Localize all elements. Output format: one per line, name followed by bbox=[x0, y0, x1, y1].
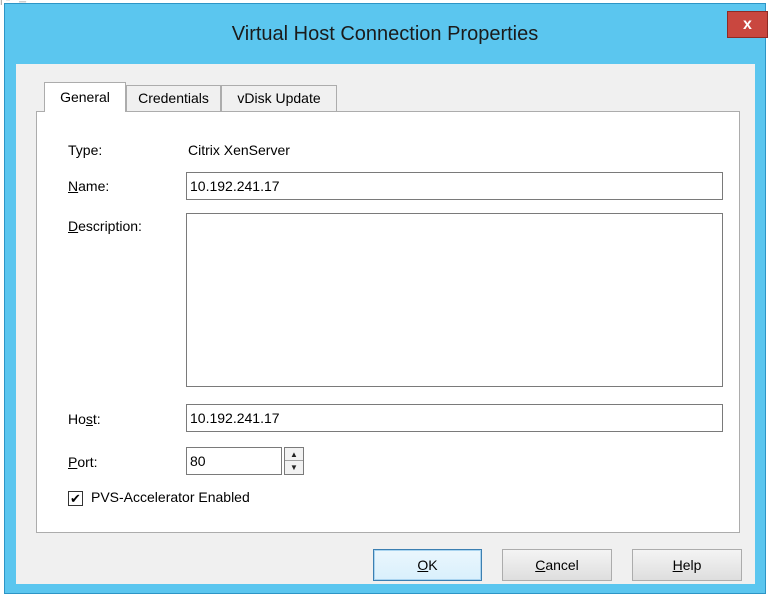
description-field[interactable] bbox=[186, 213, 723, 387]
name-label: Name: bbox=[68, 178, 110, 194]
ok-button[interactable]: OK bbox=[373, 549, 482, 581]
pvs-accelerator-label: PVS-Accelerator Enabled bbox=[91, 489, 250, 505]
port-field[interactable]: 80 bbox=[186, 447, 282, 475]
tab-credentials-label: Credentials bbox=[138, 90, 209, 106]
description-label: Description: bbox=[68, 218, 142, 234]
general-tab-panel: Type: Citrix XenServer Name: 10.192.241.… bbox=[36, 111, 740, 533]
help-button[interactable]: Help bbox=[632, 549, 742, 581]
type-label: Type: bbox=[68, 142, 103, 158]
dialog-window: Virtual Host Connection Properties x Gen… bbox=[4, 3, 768, 594]
spin-down-icon[interactable]: ▼ bbox=[285, 461, 303, 474]
port-label: Port: bbox=[68, 454, 98, 470]
tab-vdisk-update[interactable]: vDisk Update bbox=[221, 85, 337, 112]
close-icon: x bbox=[743, 15, 752, 33]
type-value: Citrix XenServer bbox=[188, 142, 290, 158]
tab-general-label: General bbox=[60, 89, 110, 105]
name-field[interactable]: 10.192.241.17 bbox=[186, 172, 723, 200]
cancel-button[interactable]: Cancel bbox=[502, 549, 612, 581]
tab-vdisk-update-label: vDisk Update bbox=[237, 90, 321, 106]
port-spinner[interactable]: ▲ ▼ bbox=[284, 447, 304, 475]
dialog-title: Virtual Host Connection Properties bbox=[231, 23, 539, 45]
close-button[interactable]: x bbox=[727, 11, 768, 38]
dialog-client-area: General Credentials vDisk Update Type: C… bbox=[16, 64, 755, 584]
tab-general[interactable]: General bbox=[44, 82, 126, 112]
checkmark-icon: ✔ bbox=[70, 491, 81, 506]
host-field[interactable]: 10.192.241.17 bbox=[186, 404, 723, 432]
host-label: Host: bbox=[68, 411, 101, 427]
spin-up-icon[interactable]: ▲ bbox=[285, 448, 303, 461]
tab-credentials[interactable]: Credentials bbox=[126, 85, 221, 112]
pvs-accelerator-checkbox[interactable]: ✔ bbox=[68, 491, 83, 506]
